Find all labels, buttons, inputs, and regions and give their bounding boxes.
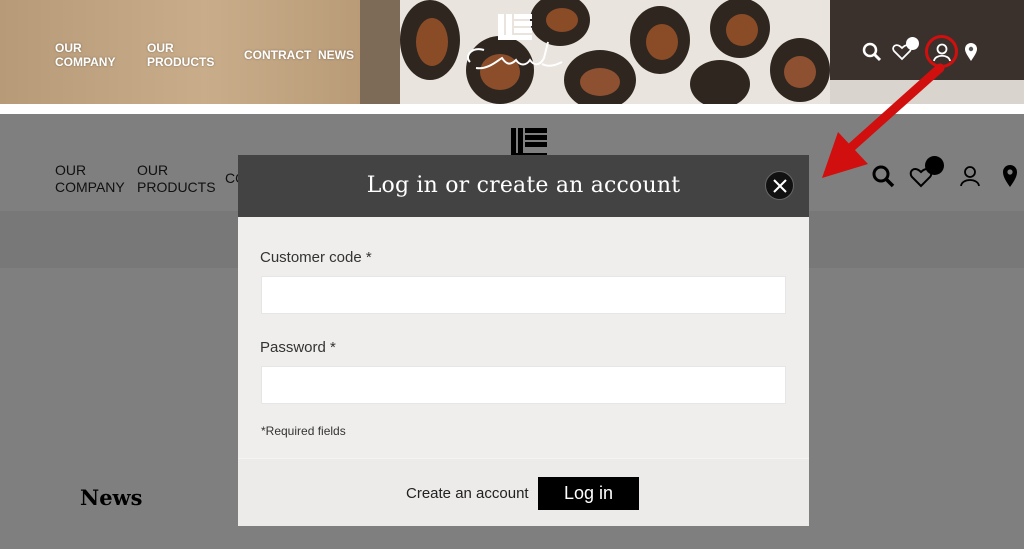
password-label: Password * bbox=[260, 339, 336, 356]
hero-nav-our-company[interactable]: OUR COMPANY bbox=[55, 41, 125, 69]
annotation-arrow bbox=[822, 63, 945, 178]
customer-code-label: Customer code * bbox=[260, 249, 372, 266]
modal-title: Log in or create an account bbox=[366, 173, 681, 198]
hero-location-pin-icon[interactable] bbox=[964, 42, 978, 62]
customer-code-input[interactable] bbox=[261, 276, 786, 314]
hero-wishlist-badge bbox=[906, 37, 919, 50]
create-account-link[interactable]: Create an account bbox=[406, 485, 529, 502]
close-icon bbox=[773, 179, 787, 193]
hero-nav-contract[interactable]: CONTRACT bbox=[244, 48, 311, 62]
required-fields-note: *Required fields bbox=[261, 424, 346, 438]
hero-nav-our-products[interactable]: OUR PRODUCTS bbox=[147, 41, 217, 69]
login-button[interactable]: Log in bbox=[538, 477, 639, 510]
hero-search-icon[interactable] bbox=[862, 42, 882, 62]
modal-header: Log in or create an account bbox=[238, 155, 809, 217]
casal-logo[interactable] bbox=[458, 12, 568, 74]
login-modal: Log in or create an account Customer cod… bbox=[238, 155, 809, 526]
hero-nav-news[interactable]: NEWS bbox=[318, 48, 354, 62]
password-input[interactable] bbox=[261, 366, 786, 404]
close-button[interactable] bbox=[765, 171, 794, 200]
hero-user-icon[interactable] bbox=[932, 42, 952, 62]
